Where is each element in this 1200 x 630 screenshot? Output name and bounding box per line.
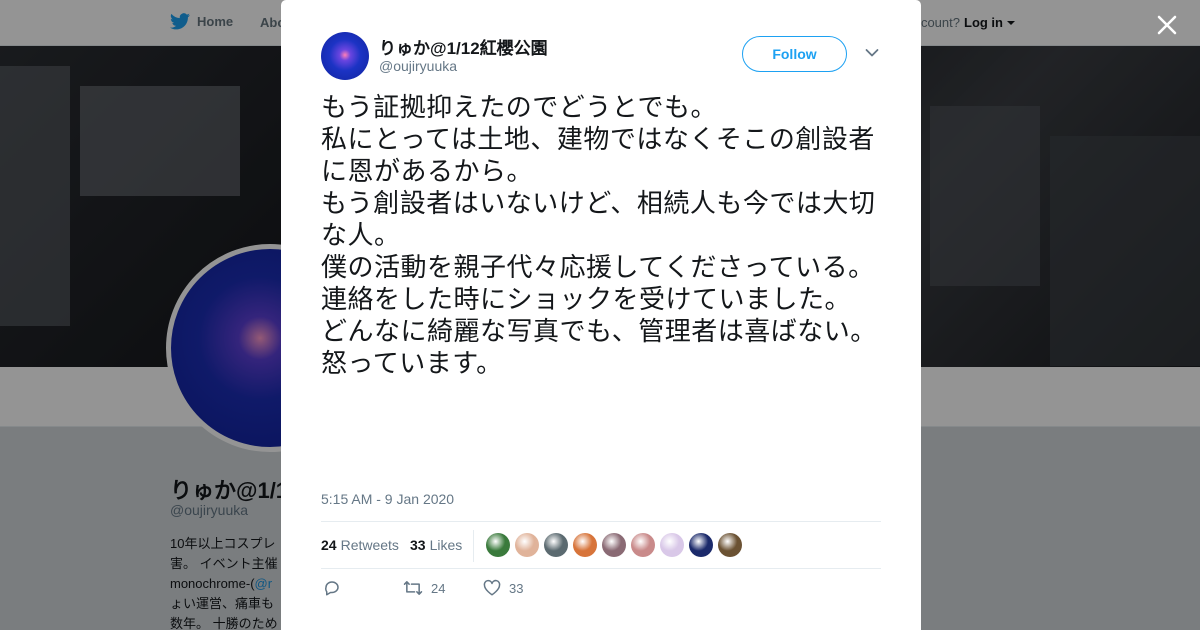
liker-avatar[interactable] <box>515 533 539 557</box>
liker-avatar[interactable] <box>631 533 655 557</box>
liker-avatar[interactable] <box>602 533 626 557</box>
like-action[interactable]: 33 <box>483 579 523 597</box>
retweet-action[interactable]: 24 <box>403 579 445 597</box>
liker-avatar[interactable] <box>573 533 597 557</box>
tweet-author-avatar[interactable] <box>321 32 369 80</box>
tweet-author-handle[interactable]: @oujiryuuka <box>379 58 457 74</box>
liker-avatar[interactable] <box>544 533 568 557</box>
liker-avatars <box>486 533 742 557</box>
retweet-label: Retweets <box>340 537 399 553</box>
liker-avatar[interactable] <box>660 533 684 557</box>
liker-avatar[interactable] <box>718 533 742 557</box>
chevron-down-icon[interactable] <box>865 48 879 58</box>
like-label: Likes <box>429 537 463 553</box>
tweet-card: りゅか@1/12紅櫻公園 @oujiryuuka Follow もう証拠抑えたの… <box>281 0 921 630</box>
like-stat[interactable]: 33 Likes <box>410 537 462 553</box>
heart-icon <box>483 579 501 596</box>
like-count: 33 <box>410 537 426 553</box>
tweet-text: もう証拠抑えたのでどうとでも。 私にとっては土地、建物ではなくそこの創設者に恩が… <box>321 93 877 379</box>
retweet-stat[interactable]: 24 Retweets <box>321 537 399 553</box>
retweet-action-count: 24 <box>431 580 446 596</box>
stats-divider <box>473 530 474 562</box>
tweet-actions: 24 33 <box>321 579 881 603</box>
close-icon[interactable] <box>1154 12 1180 38</box>
liker-avatar[interactable] <box>486 533 510 557</box>
reply-icon <box>325 581 339 596</box>
retweet-count: 24 <box>321 537 337 553</box>
liker-avatar[interactable] <box>689 533 713 557</box>
like-action-count: 33 <box>509 580 524 596</box>
retweet-icon <box>403 581 423 595</box>
tweet-timestamp[interactable]: 5:15 AM - 9 Jan 2020 <box>321 491 454 507</box>
reply-action[interactable] <box>323 579 341 597</box>
follow-button[interactable]: Follow <box>742 36 847 72</box>
tweet-author-name[interactable]: りゅか@1/12紅櫻公園 <box>379 34 548 59</box>
tweet-stats: 24 Retweets 33 Likes <box>321 521 881 569</box>
